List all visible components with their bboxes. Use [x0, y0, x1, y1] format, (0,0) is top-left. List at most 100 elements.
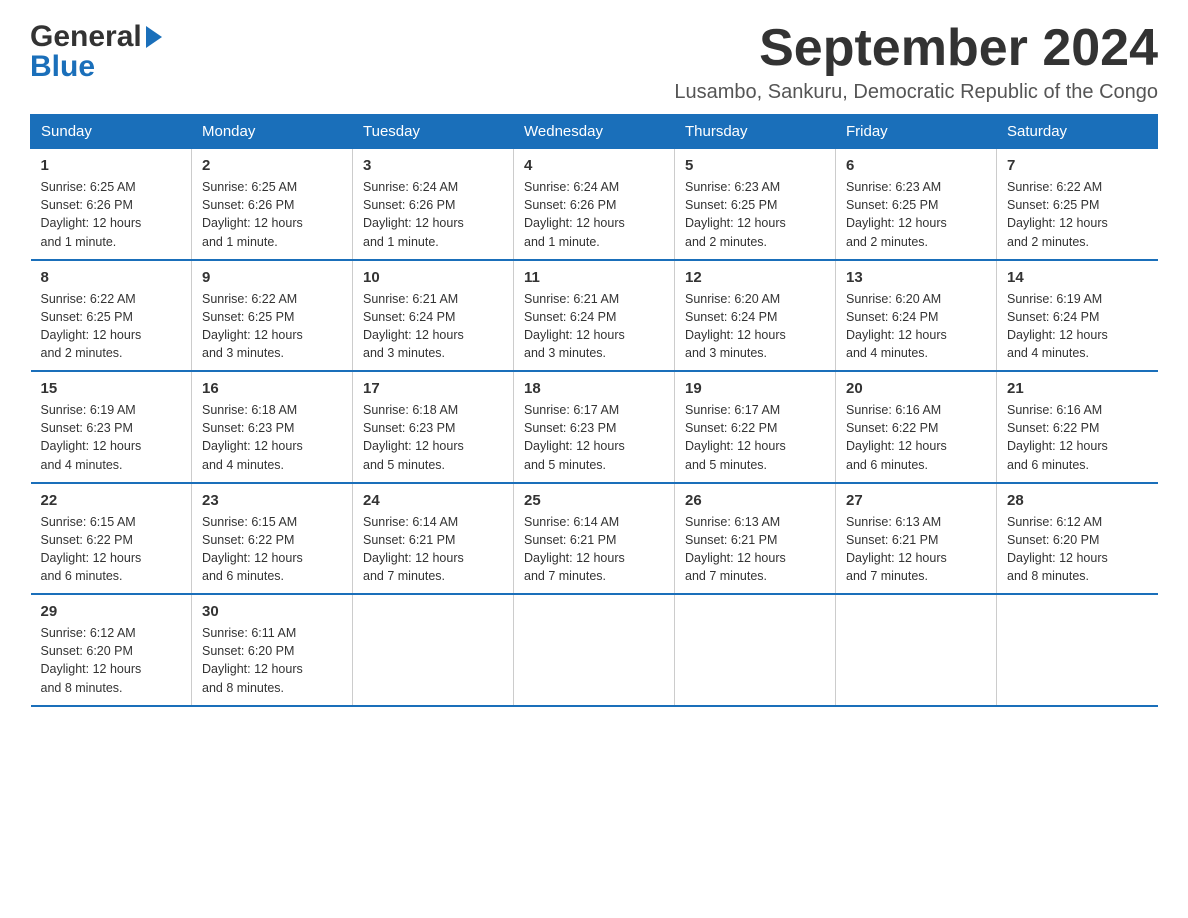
day-info: Sunrise: 6:15 AMSunset: 6:22 PMDaylight:… [41, 513, 182, 586]
calendar-table: SundayMondayTuesdayWednesdayThursdayFrid… [30, 114, 1158, 707]
day-number: 8 [41, 269, 182, 286]
day-cell: 29 Sunrise: 6:12 AMSunset: 6:20 PMDayligh… [31, 594, 192, 706]
day-info: Sunrise: 6:21 AMSunset: 6:24 PMDaylight:… [363, 290, 503, 363]
day-number: 4 [524, 157, 664, 174]
week-row-5: 29 Sunrise: 6:12 AMSunset: 6:20 PMDayligh… [31, 594, 1158, 706]
header-thursday: Thursday [675, 115, 836, 149]
day-info: Sunrise: 6:19 AMSunset: 6:24 PMDaylight:… [1007, 290, 1148, 363]
day-info: Sunrise: 6:22 AMSunset: 6:25 PMDaylight:… [41, 290, 182, 363]
day-number: 14 [1007, 269, 1148, 286]
day-cell: 24 Sunrise: 6:14 AMSunset: 6:21 PMDayligh… [353, 483, 514, 595]
day-number: 27 [846, 492, 986, 509]
day-cell [997, 594, 1158, 706]
week-row-1: 1Sunrise: 6:25 AMSunset: 6:26 PMDaylight… [31, 149, 1158, 260]
week-row-4: 22 Sunrise: 6:15 AMSunset: 6:22 PMDayligh… [31, 483, 1158, 595]
day-cell: 28 Sunrise: 6:12 AMSunset: 6:20 PMDayligh… [997, 483, 1158, 595]
day-number: 28 [1007, 492, 1148, 509]
day-info: Sunrise: 6:12 AMSunset: 6:20 PMDaylight:… [1007, 513, 1148, 586]
day-number: 6 [846, 157, 986, 174]
day-cell: 27 Sunrise: 6:13 AMSunset: 6:21 PMDayligh… [836, 483, 997, 595]
week-row-2: 8 Sunrise: 6:22 AMSunset: 6:25 PMDaylight… [31, 260, 1158, 372]
day-number: 16 [202, 380, 342, 397]
day-number: 24 [363, 492, 503, 509]
page-header: General Blue September 2024 Lusambo, San… [30, 20, 1158, 104]
day-info: Sunrise: 6:22 AMSunset: 6:25 PMDaylight:… [202, 290, 342, 363]
day-cell: 2 Sunrise: 6:25 AMSunset: 6:26 PMDaylight… [192, 149, 353, 260]
day-info: Sunrise: 6:12 AMSunset: 6:20 PMDaylight:… [41, 624, 182, 697]
day-number: 23 [202, 492, 342, 509]
day-cell: 18Sunrise: 6:17 AMSunset: 6:23 PMDayligh… [514, 371, 675, 483]
day-number: 9 [202, 269, 342, 286]
logo: General Blue [30, 20, 162, 84]
day-cell: 13 Sunrise: 6:20 AMSunset: 6:24 PMDayligh… [836, 260, 997, 372]
day-info: Sunrise: 6:15 AMSunset: 6:22 PMDaylight:… [202, 513, 342, 586]
day-cell: 8 Sunrise: 6:22 AMSunset: 6:25 PMDaylight… [31, 260, 192, 372]
day-cell: 9 Sunrise: 6:22 AMSunset: 6:25 PMDaylight… [192, 260, 353, 372]
day-number: 3 [363, 157, 503, 174]
day-info: Sunrise: 6:14 AMSunset: 6:21 PMDaylight:… [363, 513, 503, 586]
month-title: September 2024 [674, 20, 1158, 77]
day-info: Sunrise: 6:13 AMSunset: 6:21 PMDaylight:… [846, 513, 986, 586]
day-info: Sunrise: 6:20 AMSunset: 6:24 PMDaylight:… [685, 290, 825, 363]
day-cell: 4 Sunrise: 6:24 AMSunset: 6:26 PMDaylight… [514, 149, 675, 260]
day-cell: 25Sunrise: 6:14 AMSunset: 6:21 PMDayligh… [514, 483, 675, 595]
day-cell [514, 594, 675, 706]
day-cell: 22 Sunrise: 6:15 AMSunset: 6:22 PMDayligh… [31, 483, 192, 595]
day-number: 22 [41, 492, 182, 509]
day-info: Sunrise: 6:17 AMSunset: 6:22 PMDaylight:… [685, 401, 825, 474]
day-info: Sunrise: 6:25 AMSunset: 6:26 PMDaylight:… [202, 178, 342, 251]
day-cell: 16 Sunrise: 6:18 AMSunset: 6:23 PMDayligh… [192, 371, 353, 483]
day-number: 11 [524, 269, 664, 286]
day-number: 7 [1007, 157, 1148, 174]
day-info: Sunrise: 6:20 AMSunset: 6:24 PMDaylight:… [846, 290, 986, 363]
day-cell: 19 Sunrise: 6:17 AMSunset: 6:22 PMDayligh… [675, 371, 836, 483]
day-info: Sunrise: 6:11 AMSunset: 6:20 PMDaylight:… [202, 624, 342, 697]
day-info: Sunrise: 6:25 AMSunset: 6:26 PMDaylight:… [41, 178, 182, 251]
day-info: Sunrise: 6:16 AMSunset: 6:22 PMDaylight:… [1007, 401, 1148, 474]
day-cell: 23 Sunrise: 6:15 AMSunset: 6:22 PMDayligh… [192, 483, 353, 595]
header-friday: Friday [836, 115, 997, 149]
day-number: 13 [846, 269, 986, 286]
week-row-3: 15 Sunrise: 6:19 AMSunset: 6:23 PMDayligh… [31, 371, 1158, 483]
day-number: 19 [685, 380, 825, 397]
title-block: September 2024 Lusambo, Sankuru, Democra… [674, 20, 1158, 104]
logo-blue: Blue [30, 50, 162, 84]
day-cell: 26 Sunrise: 6:13 AMSunset: 6:21 PMDayligh… [675, 483, 836, 595]
day-info: Sunrise: 6:16 AMSunset: 6:22 PMDaylight:… [846, 401, 986, 474]
logo-general: General [30, 20, 142, 54]
day-cell: 17Sunrise: 6:18 AMSunset: 6:23 PMDayligh… [353, 371, 514, 483]
day-cell: 3Sunrise: 6:24 AMSunset: 6:26 PMDaylight… [353, 149, 514, 260]
day-cell: 12Sunrise: 6:20 AMSunset: 6:24 PMDayligh… [675, 260, 836, 372]
day-cell: 11 Sunrise: 6:21 AMSunset: 6:24 PMDayligh… [514, 260, 675, 372]
day-info: Sunrise: 6:18 AMSunset: 6:23 PMDaylight:… [202, 401, 342, 474]
header-monday: Monday [192, 115, 353, 149]
day-cell: 20 Sunrise: 6:16 AMSunset: 6:22 PMDayligh… [836, 371, 997, 483]
day-cell: 21Sunrise: 6:16 AMSunset: 6:22 PMDayligh… [997, 371, 1158, 483]
day-number: 20 [846, 380, 986, 397]
day-number: 30 [202, 603, 342, 620]
location: Lusambo, Sankuru, Democratic Republic of… [674, 81, 1158, 104]
day-cell: 5Sunrise: 6:23 AMSunset: 6:25 PMDaylight… [675, 149, 836, 260]
day-cell [353, 594, 514, 706]
logo-arrow-icon [146, 26, 162, 48]
day-info: Sunrise: 6:21 AMSunset: 6:24 PMDaylight:… [524, 290, 664, 363]
day-info: Sunrise: 6:19 AMSunset: 6:23 PMDaylight:… [41, 401, 182, 474]
day-number: 15 [41, 380, 182, 397]
day-number: 17 [363, 380, 503, 397]
day-info: Sunrise: 6:22 AMSunset: 6:25 PMDaylight:… [1007, 178, 1148, 251]
day-number: 25 [524, 492, 664, 509]
day-info: Sunrise: 6:23 AMSunset: 6:25 PMDaylight:… [846, 178, 986, 251]
day-number: 5 [685, 157, 825, 174]
day-cell [675, 594, 836, 706]
day-info: Sunrise: 6:13 AMSunset: 6:21 PMDaylight:… [685, 513, 825, 586]
day-number: 29 [41, 603, 182, 620]
day-number: 26 [685, 492, 825, 509]
header-sunday: Sunday [31, 115, 192, 149]
day-number: 10 [363, 269, 503, 286]
day-info: Sunrise: 6:24 AMSunset: 6:26 PMDaylight:… [524, 178, 664, 251]
header-tuesday: Tuesday [353, 115, 514, 149]
day-cell: 10 Sunrise: 6:21 AMSunset: 6:24 PMDayligh… [353, 260, 514, 372]
day-cell: 30 Sunrise: 6:11 AMSunset: 6:20 PMDayligh… [192, 594, 353, 706]
day-number: 2 [202, 157, 342, 174]
header-saturday: Saturday [997, 115, 1158, 149]
